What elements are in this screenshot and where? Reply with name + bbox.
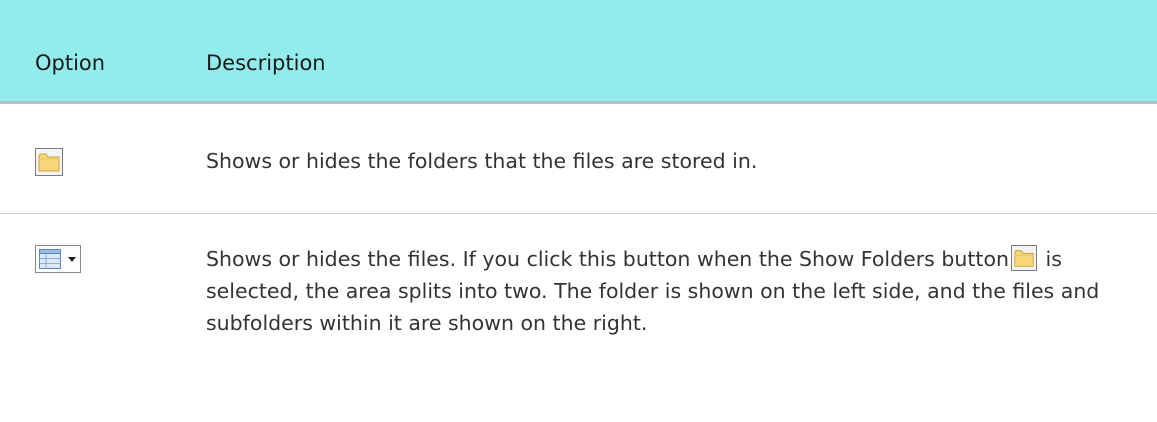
table-header: Option Description: [0, 0, 1157, 104]
dropdown-arrow-icon: [68, 257, 76, 262]
folder-icon: [1014, 250, 1034, 267]
show-folders-button: [35, 148, 63, 176]
row-description: Shows or hides the files. If you click t…: [206, 243, 1126, 339]
table-row: Shows or hides the files. If you click t…: [0, 214, 1157, 419]
header-description: Description: [206, 51, 326, 75]
inline-show-folders-button: [1010, 245, 1037, 271]
grid-view-icon: [39, 249, 61, 269]
folder-icon: [38, 153, 60, 172]
show-files-button: [35, 245, 81, 273]
description-text-before: Shows or hides the files. If you click t…: [206, 247, 1009, 271]
table-row: Shows or hides the folders that the file…: [0, 104, 1157, 214]
row-description: Shows or hides the folders that the file…: [206, 149, 758, 173]
options-table: Option Description Shows or hides the fo…: [0, 0, 1157, 419]
header-option: Option: [35, 51, 106, 75]
